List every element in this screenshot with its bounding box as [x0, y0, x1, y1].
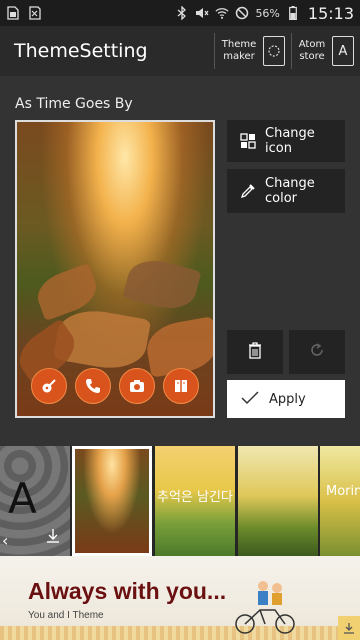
theme-preview[interactable] — [15, 120, 215, 418]
dock — [17, 368, 213, 404]
download-icon[interactable] — [46, 528, 60, 548]
delete-button[interactable] — [227, 330, 283, 374]
checkmark-icon — [241, 390, 259, 409]
theme-maker-icon — [263, 36, 285, 66]
refresh-icon — [308, 341, 326, 364]
change-color-button[interactable]: Change color — [227, 169, 345, 213]
theme-thumbnail-selected[interactable] — [72, 446, 152, 556]
camera-icon — [119, 368, 155, 404]
theme-thumbnail[interactable]: A ‹ — [0, 446, 70, 556]
ad-subtitle: You and I Theme — [28, 610, 104, 621]
bluetooth-icon — [175, 6, 189, 20]
trash-icon — [247, 341, 263, 364]
mute-icon — [195, 6, 209, 20]
atom-store-button[interactable]: Atom store A — [292, 26, 360, 76]
bicycle-couple-illustration — [235, 581, 295, 634]
leaf-decoration — [122, 253, 202, 316]
thumbnail-text: Morin — [326, 484, 360, 499]
atom-store-label: Atom store — [298, 39, 326, 62]
chevron-left-icon[interactable]: ‹ — [2, 531, 8, 550]
apply-button[interactable]: Apply — [227, 380, 345, 418]
thumbnail-letter: A — [8, 474, 37, 523]
theme-name: As Time Goes By — [15, 96, 133, 112]
ad-banner[interactable]: Always with you... You and I Theme — [0, 556, 360, 640]
guitar-icon — [31, 368, 67, 404]
theme-strip: A ‹ 추억은 남긴다 Morin — [0, 446, 360, 556]
wifi-icon — [215, 6, 229, 20]
status-bar: 56% 15:13 — [0, 0, 360, 26]
reset-button[interactable] — [289, 330, 345, 374]
theme-maker-button[interactable]: Theme maker — [215, 26, 291, 76]
theme-settings-main: As Time Goes By Change icon Change color… — [0, 76, 360, 446]
battery-icon — [286, 6, 300, 20]
clock: 15:13 — [307, 3, 354, 23]
book-icon — [163, 368, 199, 404]
sim-icon — [6, 6, 20, 20]
app-bar: ThemeSetting Theme maker Atom store A — [0, 26, 360, 76]
theme-thumbnail[interactable]: 추억은 남긴다 — [155, 446, 235, 556]
ad-title: Always with you... — [28, 578, 227, 604]
eyedropper-icon — [239, 182, 257, 200]
ad-download-icon[interactable] — [338, 616, 360, 640]
phone-icon — [75, 368, 111, 404]
change-color-label: Change color — [265, 176, 315, 206]
theme-thumbnail[interactable] — [238, 446, 318, 556]
no-signal-icon — [235, 6, 249, 20]
change-icon-button[interactable]: Change icon — [227, 120, 345, 162]
apply-label: Apply — [269, 391, 306, 407]
thumbnail-text: 추억은 남긴다 — [157, 490, 233, 505]
grass-decoration — [0, 626, 360, 640]
atom-store-icon: A — [332, 36, 354, 66]
battery-percentage: 56% — [255, 6, 280, 20]
theme-maker-label: Theme maker — [221, 39, 257, 62]
change-icon-label: Change icon — [265, 126, 315, 156]
page-title: ThemeSetting — [14, 40, 148, 62]
grid-icon — [239, 132, 257, 150]
sd-card-icon — [28, 6, 42, 20]
theme-thumbnail[interactable]: Morin — [320, 446, 360, 556]
